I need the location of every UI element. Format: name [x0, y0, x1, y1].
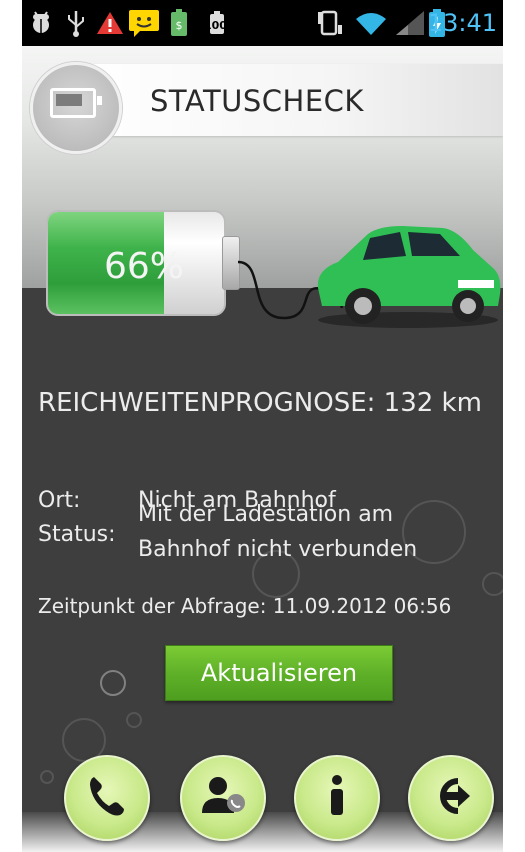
update-button[interactable]: Aktualisieren [165, 645, 393, 701]
info-button[interactable] [294, 755, 380, 841]
decor-bubble [482, 572, 503, 596]
location-label: Ort: [38, 488, 81, 513]
message-icon [128, 9, 160, 37]
signal-icon [394, 9, 426, 37]
call-button[interactable] [64, 755, 150, 841]
battery-100-icon: 100 [202, 9, 232, 37]
info-icon [317, 771, 357, 825]
exit-icon [426, 771, 476, 825]
status-value-line1: Mit der Ladestation am [138, 502, 394, 527]
exit-button[interactable] [408, 755, 494, 841]
battery-saver-icon: $ [168, 9, 190, 37]
warning-icon [96, 9, 124, 37]
car-image [317, 226, 501, 328]
page-title: STATUSCHECK [150, 84, 364, 118]
phone-icon [82, 771, 132, 825]
range-forecast: REICHWEITENPROGNOSE: 132 km [38, 388, 482, 418]
wifi-icon [354, 9, 388, 37]
battery-icon-fill [56, 94, 82, 106]
battery-percent-label: 66% [104, 246, 185, 287]
svg-text:$: $ [176, 19, 183, 32]
decor-bubble [126, 712, 142, 728]
battery-icon [50, 88, 102, 118]
status-bar: $ 100 13:41 [22, 0, 503, 46]
query-timestamp: Zeitpunkt der Abfrage: 11.09.2012 06:56 [38, 594, 452, 618]
status-label: Status: [38, 522, 116, 547]
contact-button[interactable] [180, 755, 266, 841]
vibrate-icon [316, 9, 344, 37]
status-time: 13:41 [427, 9, 497, 37]
decor-bubble [40, 770, 54, 784]
usb-icon [66, 9, 86, 37]
status-value-line2: Bahnhof nicht verbunden [138, 537, 418, 562]
contact-icon [196, 771, 250, 825]
app-screen: $ 100 13:41 STATUSCHECK 66% REICHWEITENP… [22, 0, 503, 852]
battery-100-label: 100 [204, 19, 227, 32]
android-debug-icon [28, 9, 54, 37]
decor-bubble [100, 670, 126, 696]
